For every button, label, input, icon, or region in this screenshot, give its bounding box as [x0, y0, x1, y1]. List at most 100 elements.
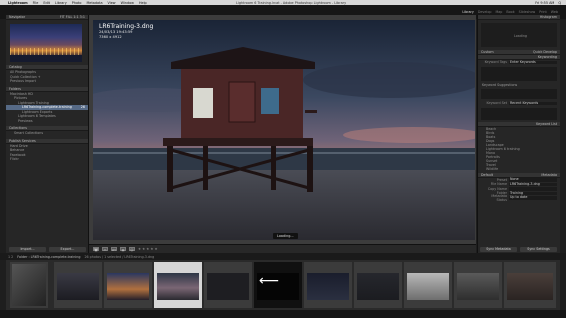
keyword-set-label: Keyword Set	[486, 101, 507, 106]
publish-title: Publish Services	[9, 138, 36, 143]
filmstrip-thumb[interactable]	[354, 262, 402, 308]
module-web[interactable]: Web	[551, 10, 558, 14]
keyword-list-title: Keyword List	[536, 121, 557, 126]
people-view-button[interactable]: ☺	[129, 246, 135, 252]
folder-label: Previews	[18, 118, 33, 123]
metadata-value[interactable]: None	[509, 177, 557, 182]
metadata-preset[interactable]: Default	[481, 173, 493, 177]
publish-label: Flickr	[10, 157, 19, 162]
quick-develop-preset[interactable]: Custom	[481, 50, 494, 54]
export-button[interactable]: Export...	[49, 247, 86, 252]
filmstrip-thumb[interactable]	[104, 262, 152, 308]
import-button[interactable]: Import...	[9, 247, 46, 252]
folder-label: Lightroom Exports	[22, 109, 53, 114]
filmstrip-thumb[interactable]	[304, 262, 352, 308]
folders-title: Folders	[9, 86, 21, 91]
thumb-city	[107, 273, 149, 300]
menu-edit[interactable]: Edit	[43, 1, 50, 5]
loupe-view-button[interactable]: ▭	[102, 246, 108, 252]
catalog-item-label: Previous Import	[10, 79, 36, 84]
filmstrip-thumb[interactable]	[504, 262, 556, 308]
menu-view[interactable]: View	[108, 1, 116, 5]
filmstrip-thumb[interactable]	[454, 262, 502, 308]
right-panel-buttons: Sync Metadata Sync Settings	[477, 246, 560, 253]
publish-label: Behance	[10, 148, 25, 153]
catalog-item-label: Quick Collection +	[10, 74, 41, 79]
keyword-suggestions-grid[interactable]	[481, 89, 557, 99]
publish-label: Facebook	[10, 152, 26, 157]
publish-item[interactable]: Flickr	[6, 157, 88, 162]
sync-metadata-button[interactable]: Sync Metadata	[480, 247, 517, 252]
survey-view-button[interactable]: ▤	[120, 246, 126, 252]
module-book[interactable]: Book	[506, 10, 514, 14]
filmstrip-thumb[interactable]	[204, 262, 252, 308]
publish-label: Hard Drive	[10, 143, 28, 148]
keywording-title: Keywording	[537, 55, 557, 59]
thumb-dusk	[57, 273, 99, 300]
histogram-header[interactable]: Histogram	[478, 15, 560, 20]
left-panel-buttons: Import... Export...	[6, 246, 89, 253]
metadata-field: Metadata Status Up to date	[478, 193, 560, 202]
catalog-item-label: All Photographs	[10, 70, 36, 75]
folder-label: Macintosh HD	[10, 91, 33, 96]
thumb-stone	[507, 273, 553, 300]
filmstrip-thumb[interactable]	[10, 262, 48, 308]
menu-window[interactable]: Window	[121, 1, 134, 5]
filmstrip-thumb[interactable]	[54, 262, 102, 308]
photo-filename: LR6Training-3.dng	[99, 23, 154, 30]
library-toolbar: ▦ ▭ XY ▤ ☺ ★ ★ ★ ★ ★	[89, 244, 476, 253]
keyword-suggestions: Keyword Suggestions	[478, 83, 560, 88]
thumb-night	[307, 273, 349, 300]
menu-help[interactable]: Help	[139, 1, 147, 5]
metadata-key: Copy Name	[487, 186, 507, 191]
keyword-tags-select[interactable]: Enter Keywords	[509, 60, 557, 64]
spotlight-icon[interactable]: Q	[558, 1, 561, 5]
navigator-zoom[interactable]: FIT FILL 1:1 3:1	[60, 15, 85, 19]
sync-settings-button[interactable]: Sync Settings	[520, 247, 557, 252]
thumb-dark	[207, 273, 249, 300]
page-switcher[interactable]: 1 2	[8, 255, 13, 259]
keyword-entry-box[interactable]	[481, 66, 557, 81]
grid-view-button[interactable]: ▦	[93, 246, 99, 252]
histogram-status: Loading	[514, 34, 528, 38]
module-map[interactable]: Map	[495, 10, 502, 14]
thumb-lifeguard	[157, 273, 199, 300]
navigator-header[interactable]: Navigator FIT FILL 1:1 3:1	[6, 15, 88, 20]
thumb-pier	[457, 273, 499, 300]
source-path[interactable]: Folder : LR6Training-complete-training	[17, 255, 80, 259]
rating-stars[interactable]: ★ ★ ★ ★ ★	[138, 247, 158, 251]
metadata-key: Metadata Status	[491, 193, 507, 202]
folder-label: Pictures	[14, 96, 28, 101]
menu-photo[interactable]: Photo	[72, 1, 82, 5]
filmstrip-scrollbar[interactable]	[0, 310, 566, 318]
catalog-title: Catalog	[9, 65, 22, 69]
module-develop[interactable]: Develop	[478, 10, 492, 14]
metadata-value[interactable]	[509, 187, 557, 191]
keyword-tags-label: Keyword Tags	[484, 60, 507, 65]
photo-counts: 26 photos / 1 selected / LR6Training-3.d…	[84, 254, 155, 259]
loading-indicator: Loading...	[273, 233, 298, 239]
module-print[interactable]: Print	[539, 10, 547, 14]
keyword-set-grid[interactable]	[481, 107, 557, 120]
menu-library[interactable]: Library	[55, 1, 67, 5]
filmstrip-thumb[interactable]	[404, 262, 452, 308]
folder-label: Lightroom Training	[18, 100, 49, 105]
navigator-preview[interactable]	[10, 24, 82, 62]
menu-file[interactable]: File	[33, 1, 39, 5]
filmstrip-thumb-selected[interactable]	[154, 262, 202, 308]
window-title: Lightroom 6 Training.lrcat - Adobe Photo…	[236, 0, 347, 5]
compare-view-button[interactable]: XY	[111, 246, 117, 252]
histogram: Loading	[481, 23, 557, 47]
metadata-key: File Name	[490, 182, 507, 187]
thumb-bridge	[12, 264, 46, 306]
keyword-list-item[interactable]: Wildlife	[478, 167, 560, 171]
folder-label: LR6Training-complete-training	[22, 105, 72, 110]
keyword-set-select[interactable]: Recent Keywords	[509, 101, 557, 105]
module-slideshow[interactable]: Slideshow	[519, 10, 536, 14]
main-photo[interactable]: LR6Training-3.dng 24/03/13 19:43:59 7360…	[93, 20, 475, 240]
metadata-value[interactable]: LR6Training-3.dng	[509, 182, 557, 186]
module-library[interactable]: Library	[462, 10, 474, 14]
keyword-tags-row: Keyword Tags Enter Keywords	[478, 60, 560, 65]
menu-app[interactable]: Lightroom	[8, 1, 28, 5]
menu-metadata[interactable]: Metadata	[86, 1, 102, 5]
